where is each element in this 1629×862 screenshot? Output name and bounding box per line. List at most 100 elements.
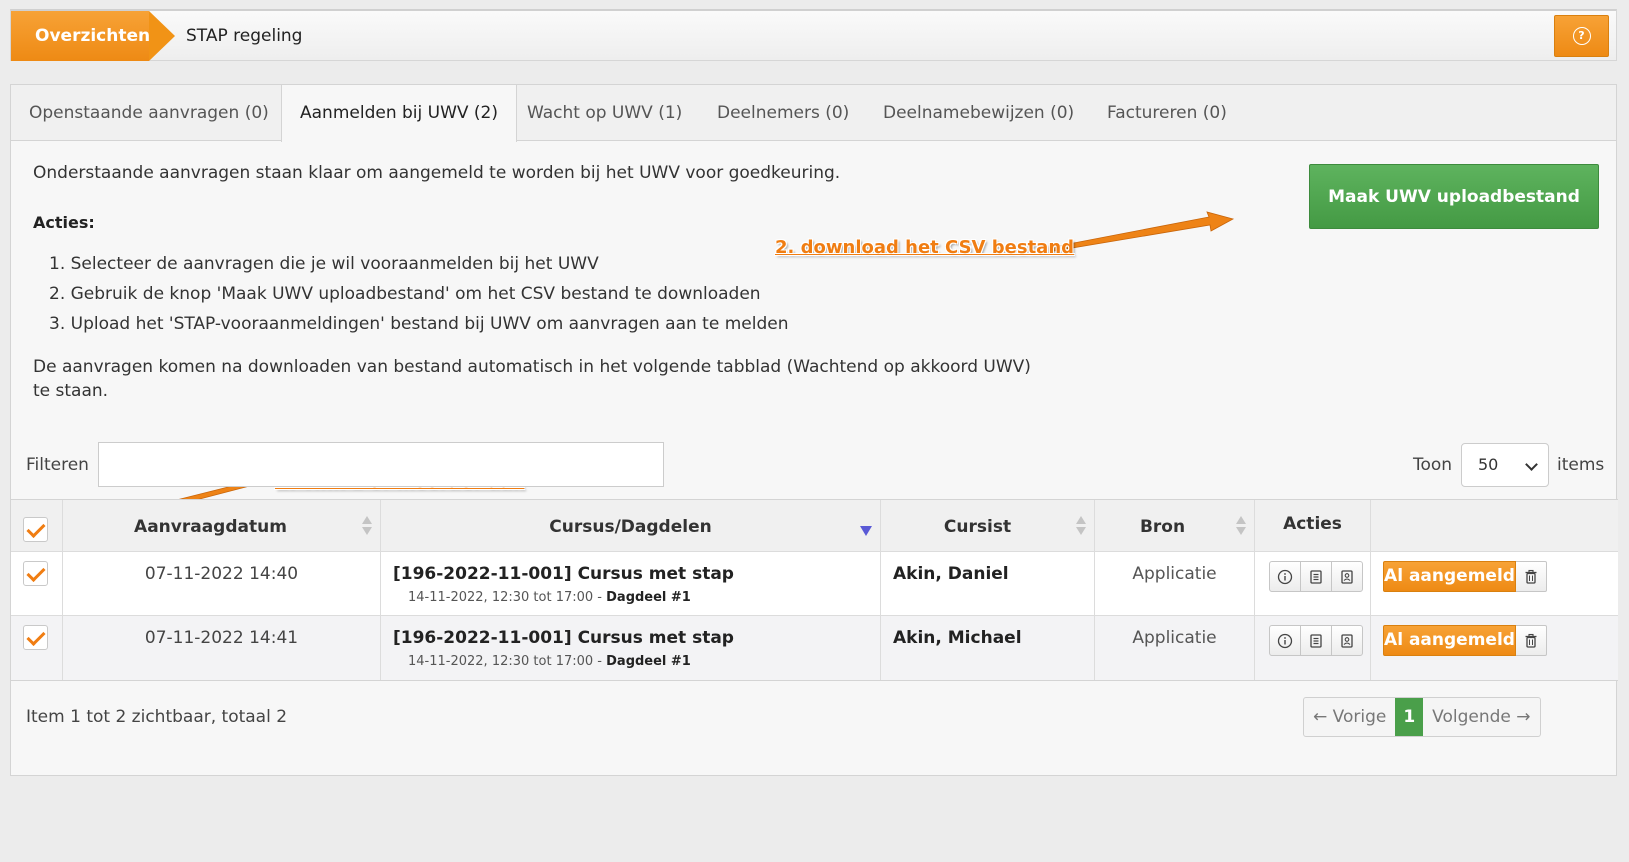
chevron-down-icon [1525,458,1538,471]
contact-card-icon [1341,633,1353,648]
bron-value: Applicatie [1132,628,1217,648]
course-part: Dagdeel #1 [606,590,691,605]
header-acties: Acties [1255,500,1371,551]
toon-label: Toon [1413,455,1453,475]
tab-openstaande-aanvragen[interactable]: Openstaande aanvragen (0) [11,85,287,141]
page-size-value: 50 [1478,455,1499,474]
request-date: 07-11-2022 14:40 [144,564,299,584]
requests-table: Aanvraagdatum Cursus/Dagdelen Cursist Br… [11,499,1618,681]
breadcrumb-overzichten[interactable]: Overzichten [11,11,175,61]
breadcrumb-bar: Overzichten STAP regeling ? [10,9,1617,61]
next-page-button[interactable]: Volgende → [1423,698,1539,736]
table-header-row: Aanvraagdatum Cursus/Dagdelen Cursist Br… [11,500,1618,552]
header-course[interactable]: Cursus/Dagdelen [381,500,881,551]
help-button[interactable]: ? [1554,15,1609,57]
date-cell: 07-11-2022 14:40 [63,552,381,615]
info-button[interactable] [1269,625,1301,656]
contact-card-button[interactable] [1331,625,1363,656]
help-icon: ? [1572,27,1591,45]
course-time: 14-11-2022, 12:30 tot 17:00 - [408,654,607,669]
intro-text: Onderstaande aanvragen staan klaar om aa… [33,163,841,183]
pagination-info: Item 1 tot 2 zichtbaar, totaal 2 [26,707,288,727]
pagination: ← Vorige 1 Volgende → [1303,697,1541,737]
course-cell: [196-2022-11-001] Cursus met stap 14-11-… [381,616,881,680]
outro-text: De aanvragen komen na downloaden van bes… [33,357,1031,401]
info-button[interactable] [1269,561,1301,592]
tab-wacht-op-uwv[interactable]: Wacht op UWV (1) [509,85,700,141]
course-cell: [196-2022-11-001] Cursus met stap 14-11-… [381,552,881,615]
course-session: 14-11-2022, 12:30 tot 17:00 - Dagdeel #1 [408,590,691,605]
header-student-label: Cursist [943,517,1012,537]
tab-deelnemers[interactable]: Deelnemers (0) [699,85,867,141]
bron-value: Applicatie [1132,564,1217,584]
items-label: items [1557,455,1605,475]
row-select-cell [11,552,63,615]
acties-cell [1255,552,1371,615]
header-course-label: Cursus/Dagdelen [549,517,712,537]
acties-heading: Acties: [33,213,95,232]
header-select-cell [11,500,63,551]
contact-card-icon [1341,569,1353,584]
student-name: Akin, Daniel [893,564,1009,584]
document-icon [1310,633,1322,648]
sort-icon [362,516,372,536]
info-icon [1277,569,1293,584]
student-cell: Akin, Michael [881,616,1095,680]
student-name: Akin, Michael [893,628,1022,648]
sort-icon [1076,516,1086,536]
header-acties-label: Acties [1283,514,1342,534]
tab-deelnamebewijzen[interactable]: Deelnamebewijzen (0) [865,85,1092,141]
course-time: 14-11-2022, 12:30 tot 17:00 - [408,590,607,605]
already-registered-button[interactable]: Al aangemeld [1383,625,1516,656]
current-page-button[interactable]: 1 [1395,698,1424,736]
acties-cell [1255,616,1371,680]
prev-page-button[interactable]: ← Vorige [1304,698,1395,736]
make-uwv-upload-button[interactable]: Maak UWV uploadbestand [1309,164,1599,229]
row-checkbox[interactable] [23,625,48,650]
annotation-download: 2. download het CSV bestand [775,237,1075,258]
status-cell: Al aangemeld [1371,552,1618,615]
tab-factureren[interactable]: Factureren (0) [1089,85,1245,141]
bron-cell: Applicatie [1095,616,1255,680]
action-icon-group [1269,561,1363,592]
breadcrumb-current: STAP regeling [186,26,303,46]
tab-bar: Openstaande aanvragen (0) Aanmelden bij … [11,85,1616,142]
step-item: 1. Selecteer de aanvragen die je wil voo… [49,254,599,274]
filter-label: Filteren [26,455,89,475]
course-session: 14-11-2022, 12:30 tot 17:00 - Dagdeel #1 [408,654,691,669]
course-title: [196-2022-11-001] Cursus met stap [393,564,734,584]
already-registered-button[interactable]: Al aangemeld [1383,561,1516,592]
page-size-select[interactable]: 50 [1461,443,1549,487]
document-button[interactable] [1300,625,1332,656]
request-date: 07-11-2022 14:41 [144,628,299,648]
main-panel: Openstaande aanvragen (0) Aanmelden bij … [10,84,1618,776]
tab-aanmelden-bij-uwv[interactable]: Aanmelden bij UWV (2) [281,85,517,142]
header-bron[interactable]: Bron [1095,500,1255,551]
delete-button[interactable] [1516,561,1547,592]
sort-icon [1236,516,1246,536]
document-icon [1310,569,1322,584]
header-date-label: Aanvraagdatum [134,517,287,537]
status-cell: Al aangemeld [1371,616,1618,680]
table-row: 07-11-2022 14:40 [196-2022-11-001] Cursu… [11,552,1618,616]
trash-icon [1525,633,1537,648]
table-row: 07-11-2022 14:41 [196-2022-11-001] Cursu… [11,616,1618,680]
action-icon-group [1269,625,1363,656]
student-cell: Akin, Daniel [881,552,1095,615]
course-title: [196-2022-11-001] Cursus met stap [393,628,734,648]
header-bron-label: Bron [1139,517,1186,537]
document-button[interactable] [1300,561,1332,592]
download-arrow [1052,211,1235,252]
header-date[interactable]: Aanvraagdatum [63,500,381,551]
info-icon [1277,633,1293,648]
step-item: 2. Gebruik de knop 'Maak UWV uploadbesta… [49,284,761,304]
header-student[interactable]: Cursist [881,500,1095,551]
course-part: Dagdeel #1 [606,654,691,669]
row-select-cell [11,616,63,680]
row-checkbox[interactable] [23,561,48,586]
step-item: 3. Upload het 'STAP-vooraanmeldingen' be… [49,314,789,334]
delete-button[interactable] [1516,625,1547,656]
contact-card-button[interactable] [1331,561,1363,592]
select-all-checkbox[interactable] [23,517,48,542]
filter-input[interactable] [98,442,664,487]
